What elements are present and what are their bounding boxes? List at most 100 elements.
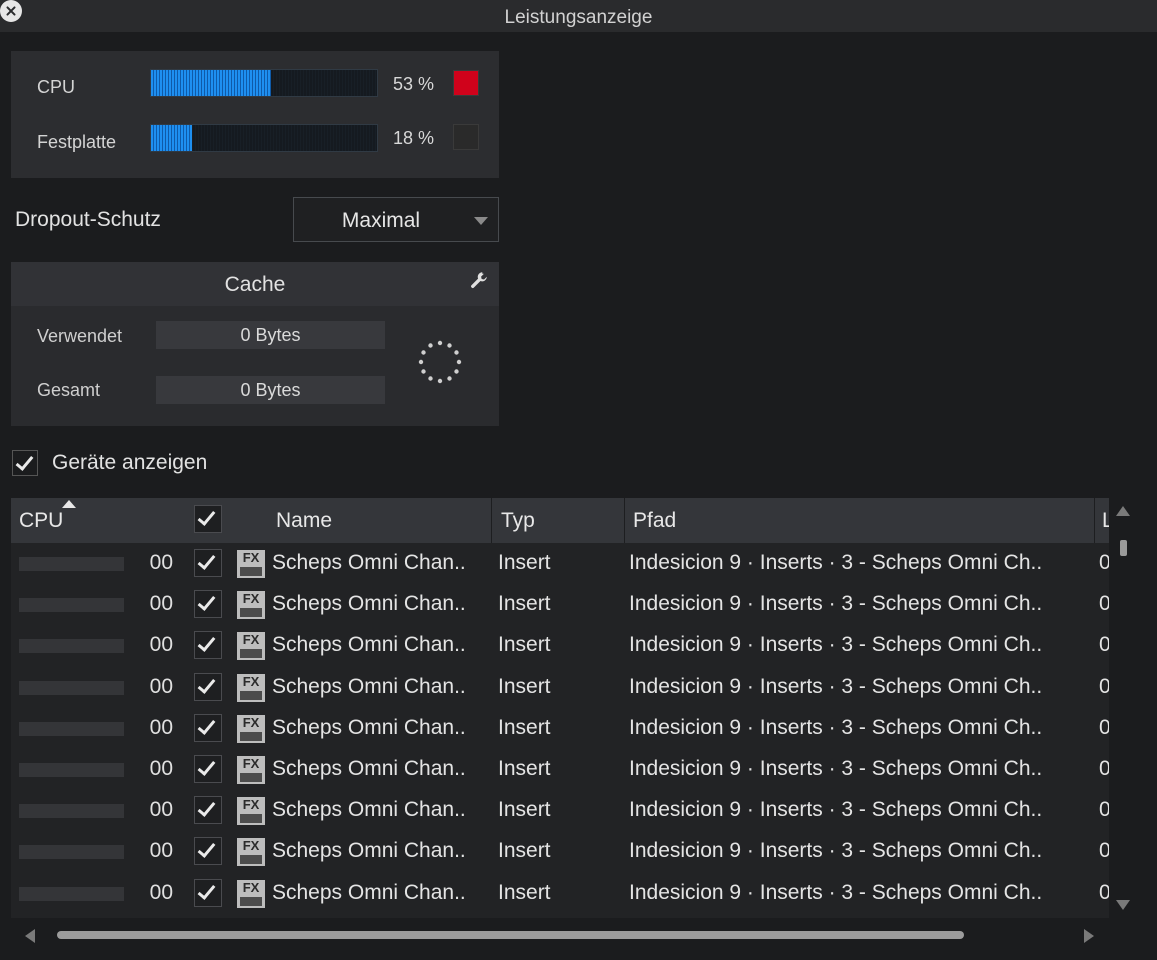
column-header-name[interactable]: Name [276,498,332,543]
disk-meter-label: Festplatte [37,132,117,152]
checkmark-icon [197,674,216,694]
row-path: Indesicion 9 · Inserts · 3 - Scheps Omni… [629,551,1043,574]
row-enable-checkbox[interactable] [194,672,222,701]
horizontal-scrollbar[interactable] [11,922,1109,948]
row-path: Indesicion 9 · Inserts · 3 - Scheps Omni… [629,674,1043,698]
disk-overload-indicator [453,124,479,150]
cpu-overload-indicator [453,70,479,96]
column-header-path[interactable]: Pfad [633,498,676,543]
dropout-protection-value: Maximal [341,209,421,232]
row-name: Scheps Omni Chan.. [272,798,466,822]
cache-header: Cache [11,262,499,306]
vertical-scroll-thumb[interactable] [1120,540,1127,556]
row-path: Indesicion 9 · Inserts · 3 - Scheps Omni… [629,880,1043,904]
checkmark-icon [15,452,34,471]
row-enable-checkbox[interactable] [194,590,222,619]
disk-meter-fill [151,125,192,151]
vertical-scrollbar[interactable] [1111,498,1135,918]
scroll-left-icon[interactable] [25,929,35,943]
cpu-meter-bar [150,69,378,97]
row-extra: 0 [1099,592,1109,616]
row-cpu-bar [19,598,124,613]
fx-plugin-icon: FX [237,879,265,908]
column-header-type[interactable]: Typ [501,498,535,543]
row-cpu-value: 00 [149,715,173,739]
chevron-down-icon [474,217,488,225]
row-cpu-bar [19,680,124,695]
row-name: Scheps Omni Chan.. [272,592,466,616]
table-row[interactable]: 00 FX Scheps Omni Chan.. Insert Indesicion 9… [11,749,1109,790]
cache-panel: Cache Verwendet 0 Bytes Gesamt 0 Bytes [11,262,499,426]
cache-used-value: 0 Bytes [240,325,301,345]
row-enable-checkbox[interactable] [194,878,222,907]
row-type: Insert [498,592,551,616]
row-cpu-bar [19,639,124,654]
table-row[interactable]: 00 FX Scheps Omni Chan.. Insert Indesicion 9… [11,543,1109,584]
horizontal-scroll-track[interactable] [57,931,1067,939]
row-enable-checkbox[interactable] [194,796,222,825]
scroll-right-icon[interactable] [1084,929,1094,943]
table-row[interactable]: 00 FX Scheps Omni Chan.. Insert Indesicion 9… [11,831,1109,872]
row-extra: 0 [1099,839,1109,863]
fx-plugin-icon: FX [237,632,265,661]
fx-plugin-icon: FX [237,550,265,578]
row-name: Scheps Omni Chan.. [272,633,466,657]
checkmark-icon [197,592,216,612]
row-path: Indesicion 9 · Inserts · 3 - Scheps Omni… [629,633,1043,657]
column-divider[interactable] [624,498,625,543]
cache-used-field: 0 Bytes [156,321,385,349]
table-row[interactable]: 00 FX Scheps Omni Chan.. Insert Indesicion 9… [11,667,1109,708]
wrench-icon[interactable] [469,270,491,292]
row-path: Indesicion 9 · Inserts · 3 - Scheps Omni… [629,757,1043,780]
fx-plugin-icon: FX [237,797,265,826]
dropout-protection-select[interactable]: Maximal [293,197,499,242]
row-type: Insert [498,551,551,574]
sort-ascending-icon [62,500,76,508]
row-cpu-bar [19,721,124,736]
enable-all-checkbox[interactable] [194,505,222,533]
column-header-extra[interactable]: L [1102,498,1109,543]
row-type: Insert [498,798,551,822]
row-enable-checkbox[interactable] [194,755,222,783]
table-row[interactable]: 00 FX Scheps Omni Chan.. Insert Indesicion 9… [11,625,1109,666]
row-type: Insert [498,674,551,698]
table-row[interactable]: 00 FX Scheps Omni Chan.. Insert Indesicion 9… [11,708,1109,749]
cpu-meter-fill [151,70,271,96]
row-extra: 0 [1099,551,1109,574]
horizontal-scroll-thumb[interactable] [57,931,964,939]
show-devices-checkbox[interactable] [12,450,38,476]
column-divider[interactable] [1094,498,1095,543]
scroll-up-icon[interactable] [1116,506,1130,516]
row-enable-checkbox[interactable] [194,713,222,742]
fx-plugin-icon: FX [237,591,265,620]
column-header-cpu[interactable]: CPU [19,498,63,543]
row-type: Insert [498,633,551,657]
row-extra: 0 [1099,715,1109,739]
table-row[interactable]: 00 FX Scheps Omni Chan.. Insert Indesicion 9… [11,790,1109,831]
row-extra: 0 [1099,798,1109,822]
dropout-protection-label: Dropout-Schutz [15,208,161,231]
checkmark-icon [197,507,216,526]
row-type: Insert [498,839,551,863]
table-row[interactable]: 00 FX Scheps Omni Chan.. Insert Indesicion 9… [11,584,1109,625]
row-name: Scheps Omni Chan.. [272,551,466,574]
row-cpu-value: 00 [149,839,173,863]
scroll-down-icon[interactable] [1116,900,1130,910]
loading-spinner-icon [418,340,462,384]
row-cpu-value: 00 [149,633,173,657]
row-path: Indesicion 9 · Inserts · 3 - Scheps Omni… [629,839,1043,863]
row-cpu-value: 00 [149,592,173,616]
row-enable-checkbox[interactable] [194,631,222,660]
checkmark-icon [197,839,216,859]
checkmark-icon [197,551,216,570]
cache-total-field: 0 Bytes [156,376,385,404]
row-extra: 0 [1099,674,1109,698]
performance-meters-panel: CPU 53 % Festplatte 18 % [11,51,499,178]
table-row[interactable]: 00 FX Scheps Omni Chan.. Insert Indesicion 9… [11,873,1109,914]
device-table: CPU Name Typ Pfad L 00 FX Scheps Omni Chan… [11,498,1109,918]
row-enable-checkbox[interactable] [194,837,222,866]
column-divider[interactable] [491,498,492,543]
row-extra: 0 [1099,880,1109,904]
row-type: Insert [498,715,551,739]
row-enable-checkbox[interactable] [194,549,222,577]
